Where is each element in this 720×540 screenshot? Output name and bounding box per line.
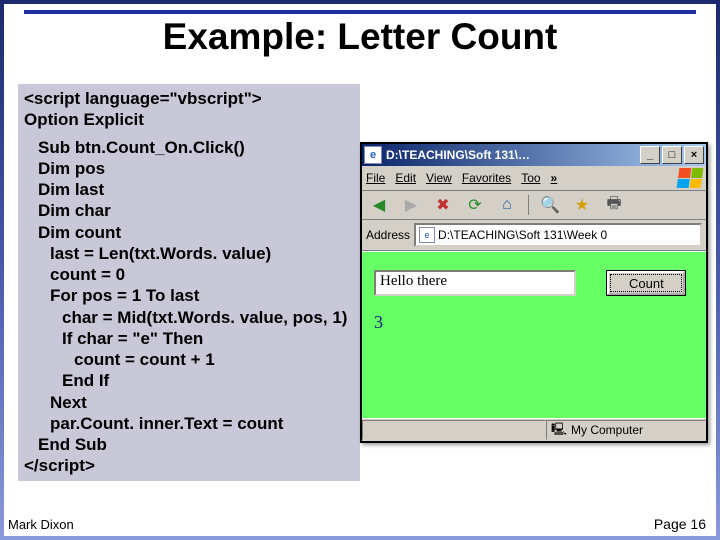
code-line: Next [24,392,354,413]
menu-overflow-icon[interactable]: » [551,171,558,185]
home-icon[interactable]: ⌂ [496,194,518,216]
title-rule [24,10,696,14]
words-input[interactable]: Hello there [374,270,576,296]
page-body: Hello there Count 3 [362,251,706,418]
code-line: Sub btn.Count_On.Click() [24,137,354,158]
code-line: If char = "e" Then [24,328,354,349]
slide: Example: Letter Count <script language="… [4,4,716,536]
menu-bar: File Edit View Favorites Too » [362,166,706,191]
browser-window: e D:\TEACHING\Soft 131\… _ □ × File Edit… [360,142,708,443]
ie-page-icon: e [419,227,435,243]
result-text: 3 [374,312,694,333]
computer-icon: 🖳 [551,420,567,441]
count-button[interactable]: Count [607,271,685,295]
window-title-text: D:\TEACHING\Soft 131\… [386,148,638,162]
stop-icon[interactable]: ✖ [432,194,454,216]
code-line: count = count + 1 [24,349,354,370]
toolbar: ◀ ▶ ✖ ⟳ ⌂ 🔍 ★ 🖶 [362,191,706,220]
search-icon[interactable]: 🔍 [539,194,561,216]
code-line: par.Count. inner.Text = count [24,413,354,434]
menu-tools[interactable]: Too [521,171,540,185]
code-line: Dim last [24,179,354,200]
favorites-icon[interactable]: ★ [571,194,593,216]
forward-icon[interactable]: ▶ [400,194,422,216]
code-line: Dim count [24,222,354,243]
ie-page-icon: e [364,146,382,164]
code-line: For pos = 1 To last [24,285,354,306]
address-label: Address [366,228,410,242]
address-input[interactable]: e D:\TEACHING\Soft 131\Week 0 [414,223,702,247]
code-line: Option Explicit [24,109,354,130]
window-titlebar[interactable]: e D:\TEACHING\Soft 131\… _ □ × [362,144,706,166]
maximize-button[interactable]: □ [662,146,682,164]
windows-flag-icon [677,168,704,188]
code-line: End Sub [24,434,354,455]
back-icon[interactable]: ◀ [368,194,390,216]
address-bar: Address e D:\TEACHING\Soft 131\Week 0 [362,220,706,251]
menu-edit[interactable]: Edit [395,171,416,185]
code-line: </script> [24,455,354,476]
slide-title: Example: Letter Count [4,16,716,58]
status-text: My Computer [571,423,643,437]
refresh-icon[interactable]: ⟳ [464,194,486,216]
menu-file[interactable]: File [366,171,385,185]
code-line: End If [24,370,354,391]
code-line: Dim pos [24,158,354,179]
close-button[interactable]: × [684,146,704,164]
menu-view[interactable]: View [426,171,452,185]
status-bar: 🖳 My Computer [362,418,706,441]
footer-page: Page 16 [654,516,706,532]
code-line: count = 0 [24,264,354,285]
code-line: char = Mid(txt.Words. value, pos, 1) [24,307,354,328]
footer-author: Mark Dixon [8,517,74,532]
code-block: <script language="vbscript"> Option Expl… [18,84,360,481]
code-line: Dim char [24,200,354,221]
address-value: D:\TEACHING\Soft 131\Week 0 [438,228,607,242]
code-line: last = Len(txt.Words. value) [24,243,354,264]
menu-favorites[interactable]: Favorites [462,171,511,185]
code-line: <script language="vbscript"> [24,88,354,109]
minimize-button[interactable]: _ [640,146,660,164]
print-icon[interactable]: 🖶 [603,194,625,216]
